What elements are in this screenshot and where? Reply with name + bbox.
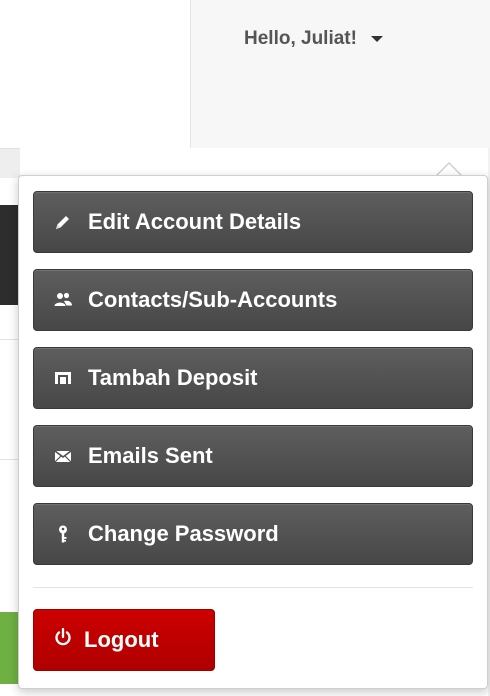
menu-item-label: Tambah Deposit	[88, 365, 258, 390]
deposit-icon	[52, 367, 74, 389]
change-password-button[interactable]: Change Password	[33, 503, 473, 565]
background-green-bar	[0, 612, 20, 684]
logout-button[interactable]: Logout	[33, 609, 215, 671]
greeting-text: Hello, Juliat!	[244, 28, 357, 49]
menu-divider	[33, 587, 473, 588]
users-icon	[52, 289, 74, 311]
background-dark-panel	[0, 205, 20, 305]
page: Hello, Juliat! Edit Account Details Cont…	[0, 0, 490, 696]
contacts-sub-accounts-button[interactable]: Contacts/Sub-Accounts	[33, 269, 473, 331]
background-row	[0, 340, 20, 460]
envelope-icon	[52, 445, 74, 467]
tambah-deposit-button[interactable]: Tambah Deposit	[33, 347, 473, 409]
key-icon	[52, 523, 74, 545]
menu-item-label: Contacts/Sub-Accounts	[88, 287, 338, 312]
caret-down-icon	[370, 36, 383, 42]
power-icon	[52, 626, 74, 654]
menu-item-label: Emails Sent	[88, 443, 213, 468]
menu-item-label: Edit Account Details	[88, 209, 302, 234]
menu-item-label: Change Password	[88, 521, 279, 546]
emails-sent-button[interactable]: Emails Sent	[33, 425, 473, 487]
user-menu-toggle[interactable]: Hello, Juliat!	[244, 28, 383, 50]
header-user-cell	[190, 0, 490, 148]
background-row	[0, 305, 20, 340]
logout-label: Logout	[84, 627, 159, 652]
pencil-icon	[52, 211, 74, 233]
background-row	[0, 460, 20, 610]
user-dropdown-menu: Edit Account Details Contacts/Sub-Accoun…	[18, 175, 488, 689]
edit-account-details-button[interactable]: Edit Account Details	[33, 191, 473, 253]
background-strip	[0, 148, 20, 178]
